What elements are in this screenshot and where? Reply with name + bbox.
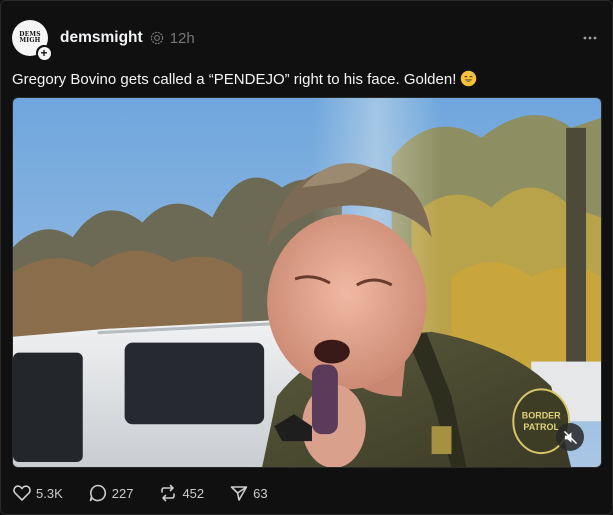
repost-count: 452 (182, 485, 205, 501)
grinning-sweat-emoji-icon (460, 70, 477, 87)
post-timestamp: 12h (169, 29, 195, 47)
comment-icon (89, 484, 106, 502)
post-video[interactable]: BORDER PATROL (12, 97, 602, 468)
share-count: 63 (253, 485, 268, 501)
more-dots-icon (583, 36, 597, 40)
video-frame: BORDER PATROL (13, 98, 601, 467)
username[interactable]: demsmight (60, 29, 143, 47)
like-count: 5.3K (36, 485, 63, 501)
send-icon (230, 486, 248, 501)
mute-toggle-button[interactable] (556, 423, 584, 451)
speaker-muted-icon (563, 430, 577, 444)
post-caption: Gregory Bovino gets called a “PENDEJO” r… (12, 70, 600, 89)
repost-icon (161, 484, 176, 502)
follow-plus-icon[interactable]: + (36, 45, 52, 61)
post-actions: 5.3K 227 452 63 (12, 482, 293, 504)
reply-button[interactable]: 227 (88, 483, 134, 503)
like-button[interactable]: 5.3K (12, 483, 63, 503)
verified-icon (150, 31, 164, 45)
heart-icon (13, 485, 31, 501)
avatar[interactable]: DEMS MIGH + (12, 20, 52, 61)
post-header: DEMS MIGH + demsmight 12h (12, 18, 600, 61)
avatar-logo-text: DEMS MIGH (19, 31, 41, 44)
thread-post: DEMS MIGH + demsmight 12h Gregory Bovino… (0, 0, 613, 515)
share-button[interactable]: 63 (229, 483, 268, 503)
svg-text:PATROL: PATROL (523, 422, 559, 432)
caption-text: Gregory Bovino gets called a “PENDEJO” r… (12, 71, 457, 88)
repost-button[interactable]: 452 (158, 483, 204, 503)
svg-text:BORDER: BORDER (522, 410, 561, 420)
reply-count: 227 (111, 485, 134, 501)
more-options-button[interactable] (580, 28, 600, 48)
